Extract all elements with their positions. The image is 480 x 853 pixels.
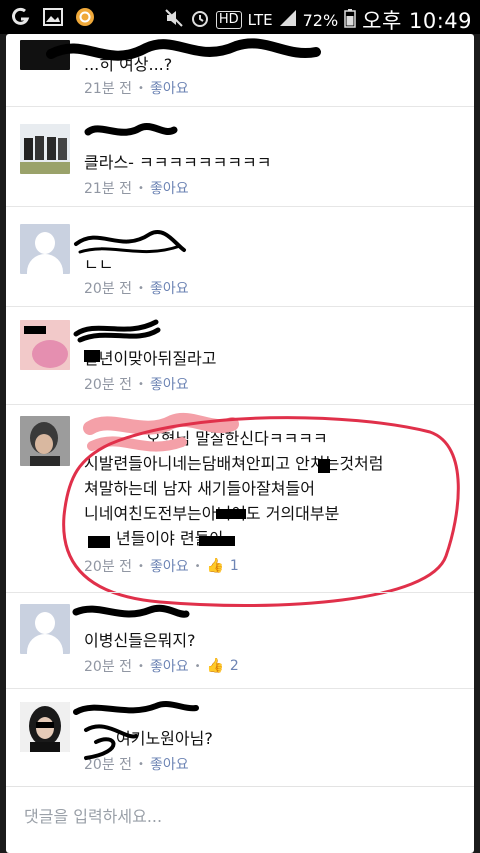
redaction-scribble [46, 38, 321, 61]
comment-input[interactable] [22, 797, 462, 835]
like-button[interactable]: 좋아요 [150, 78, 189, 98]
network-type: LTE [247, 11, 273, 29]
redaction-scribble [74, 230, 186, 254]
comment-time: 21분 전 [84, 181, 133, 197]
redaction-scribble [73, 319, 161, 362]
alarm-icon [190, 8, 210, 33]
avatar[interactable] [20, 224, 70, 274]
notification-icon [10, 6, 32, 28]
like-button[interactable]: 좋아요 [150, 278, 189, 298]
gallery-icon [42, 6, 64, 28]
red-circle-highlight [62, 416, 460, 608]
comment-meta: 20분 전 • 좋아요 [84, 278, 189, 298]
like-button[interactable]: 좋아요 [150, 656, 189, 676]
comment-time: 20분 전 [84, 377, 133, 393]
status-bar: HD LTE 72% 오후 10:49 [0, 0, 480, 34]
avatar[interactable] [20, 702, 70, 752]
mute-icon [164, 8, 184, 33]
avatar[interactable] [20, 604, 70, 654]
like-button[interactable]: 좋아요 [150, 374, 189, 394]
signal-icon [279, 9, 297, 32]
app-notification-icon [74, 6, 96, 28]
thumbs-up-icon: 👍 [206, 658, 224, 674]
avatar[interactable] [20, 124, 70, 174]
comment-time: 20분 전 [84, 659, 133, 675]
comment-meta: 21분 전 • 좋아요 [84, 78, 189, 98]
comment-time: 20분 전 [84, 281, 133, 297]
comment-text: 이병신들은뭐지? [84, 631, 196, 650]
avatar[interactable] [20, 320, 70, 370]
like-button[interactable]: 좋아요 [150, 178, 189, 198]
redaction-scribble [84, 123, 178, 136]
battery-percent: 72% [302, 10, 339, 30]
battery-icon [344, 8, 356, 33]
like-count: 2 [229, 658, 239, 674]
comments-panel: ...히 여상...? 21분 전 • 좋아요 클라스- ㅋㅋㅋㅋㅋㅋㅋㅋㅋ 2… [6, 34, 474, 853]
comment-meta: 20분 전 • 좋아요 [84, 374, 189, 394]
comment-text: 클라스- ㅋㅋㅋㅋㅋㅋㅋㅋㅋ [84, 153, 272, 172]
comment-time: 21분 전 [84, 81, 133, 97]
redaction-scribble [73, 701, 199, 760]
hd-badge: HD [215, 11, 242, 29]
redaction-scribble [72, 604, 190, 618]
clock: 오후 10:49 [362, 9, 472, 33]
comment-meta: 21분 전 • 좋아요 [84, 178, 189, 198]
comment-meta: 20분 전 • 좋아요 • 👍 2 [84, 656, 239, 676]
comment-input-bar [6, 786, 474, 847]
